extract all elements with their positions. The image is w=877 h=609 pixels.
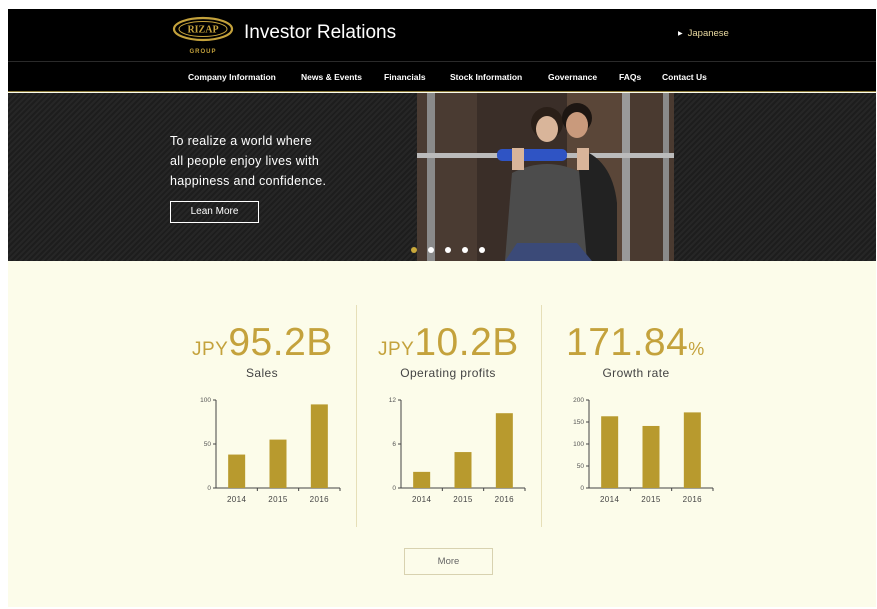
hero-photo [417, 93, 674, 261]
x-tick-label: 2016 [310, 495, 330, 504]
y-tick-label: 100 [573, 441, 584, 448]
x-tick-label: 2016 [495, 495, 515, 504]
bar [413, 471, 431, 488]
y-tick-label: 100 [200, 397, 211, 404]
sales-chart-svg: 0 50 100 2014 2015 2016 [200, 397, 341, 504]
operating-profits-label: Operating profits [400, 366, 496, 380]
x-tick-label: 2014 [600, 495, 620, 504]
hero-tagline-line-3: happiness and confidence. [170, 174, 327, 188]
nav-item-news-events[interactable]: News & Events [301, 72, 362, 82]
column-divider [541, 305, 542, 527]
growth-rate-chart: 0 50 100 150 200 2014 2015 2016 [561, 394, 721, 519]
growth-rate-unit: % [688, 339, 705, 359]
learn-more-button[interactable]: Lean More [170, 201, 259, 223]
operating-profits-figure: JPY10.2B [378, 321, 519, 365]
bar [310, 404, 328, 488]
carousel-dot-4[interactable] [462, 247, 468, 253]
triangle-right-icon: ▶ [678, 31, 683, 37]
y-tick-label: 50 [577, 463, 585, 470]
nav-item-company-information[interactable]: Company Information [188, 72, 276, 82]
y-tick-label: 12 [389, 397, 397, 404]
sales-chart: 0 50 100 2014 2015 2016 [188, 394, 348, 519]
x-tick-label: 2015 [641, 495, 661, 504]
y-tick-label: 0 [580, 485, 584, 492]
nav-item-financials[interactable]: Financials [384, 72, 426, 82]
x-tick-label: 2014 [227, 495, 247, 504]
bar [454, 452, 472, 488]
growth-rate-figure: 171.84% [566, 321, 704, 365]
hero-banner: To realize a world where all people enjo… [8, 93, 876, 261]
carousel-dot-3[interactable] [445, 247, 451, 253]
hero-tagline-line-1: To realize a world where [170, 134, 312, 148]
x-tick-label: 2014 [412, 495, 432, 504]
growth-rate-label: Growth rate [602, 366, 670, 380]
y-tick-label: 200 [573, 397, 584, 404]
logo-wordmark: RIZAP [187, 25, 218, 36]
nav-item-contact-us[interactable]: Contact Us [662, 72, 707, 82]
operating-profits-chart: 0 6 12 2014 2015 2016 [373, 394, 533, 519]
carousel-dot-1[interactable] [411, 247, 417, 253]
page: RIZAP GROUP Investor Relations ▶ Japanese… [8, 9, 876, 607]
rizap-logo[interactable]: RIZAP GROUP [171, 15, 235, 57]
carousel-dots [411, 247, 491, 255]
y-tick-label: 0 [392, 485, 396, 492]
bar [642, 425, 660, 488]
main-nav: Company Information News & Events Financ… [8, 61, 876, 92]
nav-item-stock-information[interactable]: Stock Information [450, 72, 522, 82]
language-link-label: Japanese [687, 28, 729, 39]
sales-label: Sales [245, 366, 279, 380]
x-tick-label: 2015 [453, 495, 473, 504]
more-button[interactable]: More [404, 548, 493, 575]
growth-rate-chart-svg: 0 50 100 150 200 2014 2015 2016 [573, 397, 714, 504]
sales-value: 95.2B [228, 321, 333, 364]
top-bar: RIZAP GROUP Investor Relations ▶ Japanese [8, 9, 876, 61]
bar [269, 439, 287, 488]
hero-tagline-line-2: all people enjoy lives with [170, 154, 320, 168]
y-tick-label: 150 [573, 419, 584, 426]
y-tick-label: 6 [392, 441, 396, 448]
operating-profits-chart-svg: 0 6 12 2014 2015 2016 [389, 397, 526, 504]
operating-profits-unit: JPY [378, 339, 415, 360]
x-tick-label: 2015 [268, 495, 288, 504]
nav-item-faqs[interactable]: FAQs [619, 72, 641, 82]
carousel-dot-2[interactable] [428, 247, 434, 253]
carousel-dot-5[interactable] [479, 247, 485, 253]
bar [683, 412, 701, 488]
bar [495, 413, 513, 488]
operating-profits-value: 10.2B [414, 321, 519, 364]
column-divider [356, 305, 357, 527]
y-tick-label: 50 [204, 441, 212, 448]
growth-rate-value: 171.84 [566, 321, 689, 364]
bar [601, 416, 619, 488]
sales-unit: JPY [192, 339, 229, 360]
language-link[interactable]: ▶ Japanese [678, 28, 729, 39]
sales-figure: JPY95.2B [192, 321, 333, 365]
bar [228, 454, 246, 488]
site-title[interactable]: Investor Relations [244, 22, 396, 44]
x-tick-label: 2016 [683, 495, 703, 504]
y-tick-label: 0 [207, 485, 211, 492]
nav-item-governance[interactable]: Governance [548, 72, 597, 82]
logo-group-text: GROUP [189, 49, 216, 55]
